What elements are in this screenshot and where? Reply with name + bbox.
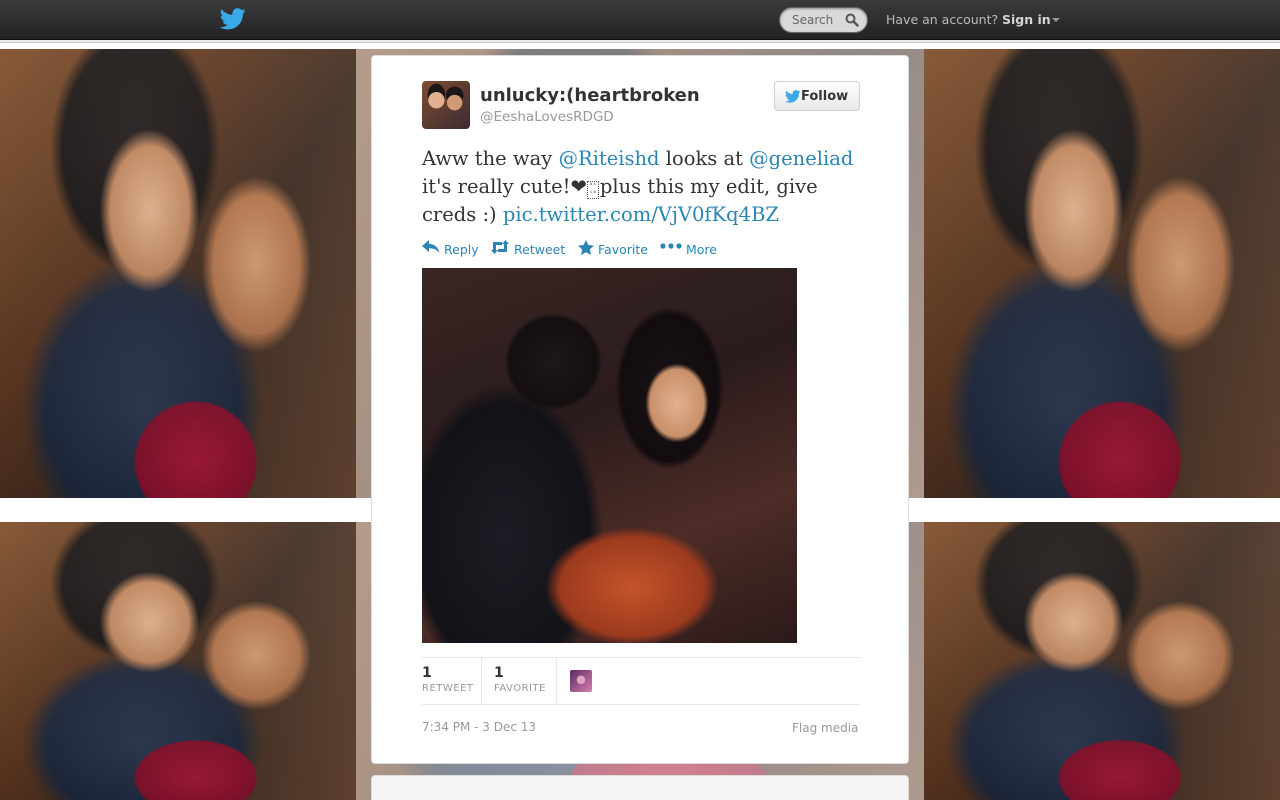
next-card-edge xyxy=(371,775,909,800)
mention-link-riteishd[interactable]: @Riteishd xyxy=(558,147,659,170)
background-photo-tile xyxy=(0,49,356,498)
caret-down-icon[interactable] xyxy=(1052,18,1060,22)
follow-label: Follow xyxy=(801,88,849,104)
tweet-text-part: Aww the way xyxy=(422,147,559,170)
screen-name[interactable]: @EeshaLovesRDGD xyxy=(480,109,614,125)
retweet-count-label[interactable]: RETWEET xyxy=(422,683,474,694)
have-account-text: Have an account? xyxy=(886,12,999,27)
sign-in-link[interactable]: Sign in xyxy=(1002,12,1051,27)
glyph-top: ᵁˢ xyxy=(589,182,597,189)
star-icon xyxy=(578,240,594,255)
favorite-count[interactable]: 1 xyxy=(494,665,504,681)
search-icon[interactable] xyxy=(845,13,859,27)
stats-divider xyxy=(422,704,860,705)
favoriter-avatar[interactable] xyxy=(570,670,592,692)
mention-link-geneliad[interactable]: @geneliad xyxy=(749,147,853,170)
reply-label: Reply xyxy=(444,242,479,257)
retweet-icon xyxy=(491,240,509,254)
more-dots-icon xyxy=(660,243,682,249)
flag-media-link[interactable]: Flag media xyxy=(792,721,858,735)
retweet-label: Retweet xyxy=(514,242,566,257)
tweet-timestamp[interactable]: 7:34 PM - 3 Dec 13 xyxy=(422,720,536,734)
background-photo-tile xyxy=(0,522,356,800)
background-photo-tile xyxy=(924,522,1280,800)
reply-icon xyxy=(422,240,440,253)
favorite-count-label[interactable]: FAVORITE xyxy=(494,683,546,694)
more-label: More xyxy=(686,242,717,257)
tweet-photo[interactable] xyxy=(422,268,797,643)
tweet-card: unlucky:(heartbroken @EeshaLovesRDGD Fol… xyxy=(371,55,909,764)
favorite-label: Favorite xyxy=(598,242,648,257)
avatar[interactable] xyxy=(422,81,470,129)
stats-divider xyxy=(422,657,860,658)
search-box[interactable] xyxy=(779,7,868,33)
heart-emoji: ❤ xyxy=(570,175,587,198)
background-photo-tile xyxy=(924,49,1280,498)
tweet-text-part: looks at xyxy=(659,147,750,170)
stats-separator xyxy=(481,658,482,704)
unrenderable-glyph: ᵁˢ ⁱ⁶ xyxy=(586,181,599,199)
glyph-bottom: ⁱ⁶ xyxy=(589,190,597,197)
follow-button[interactable]: Follow xyxy=(774,81,860,111)
pic-link[interactable]: pic.twitter.com/VjV0fKq4BZ xyxy=(503,203,779,226)
search-input[interactable] xyxy=(780,8,844,32)
top-navigation-bar: Have an account? Sign in xyxy=(0,0,1280,40)
twitter-bird-icon[interactable] xyxy=(220,8,246,30)
display-name[interactable]: unlucky:(heartbroken xyxy=(480,85,700,106)
retweet-count[interactable]: 1 xyxy=(422,665,432,681)
twitter-bird-icon xyxy=(785,90,801,103)
stats-separator xyxy=(556,658,557,704)
tweet-text-part: it's really cute! xyxy=(422,175,571,198)
tweet-text: Aww the way @Riteishd looks at @geneliad… xyxy=(422,145,862,229)
